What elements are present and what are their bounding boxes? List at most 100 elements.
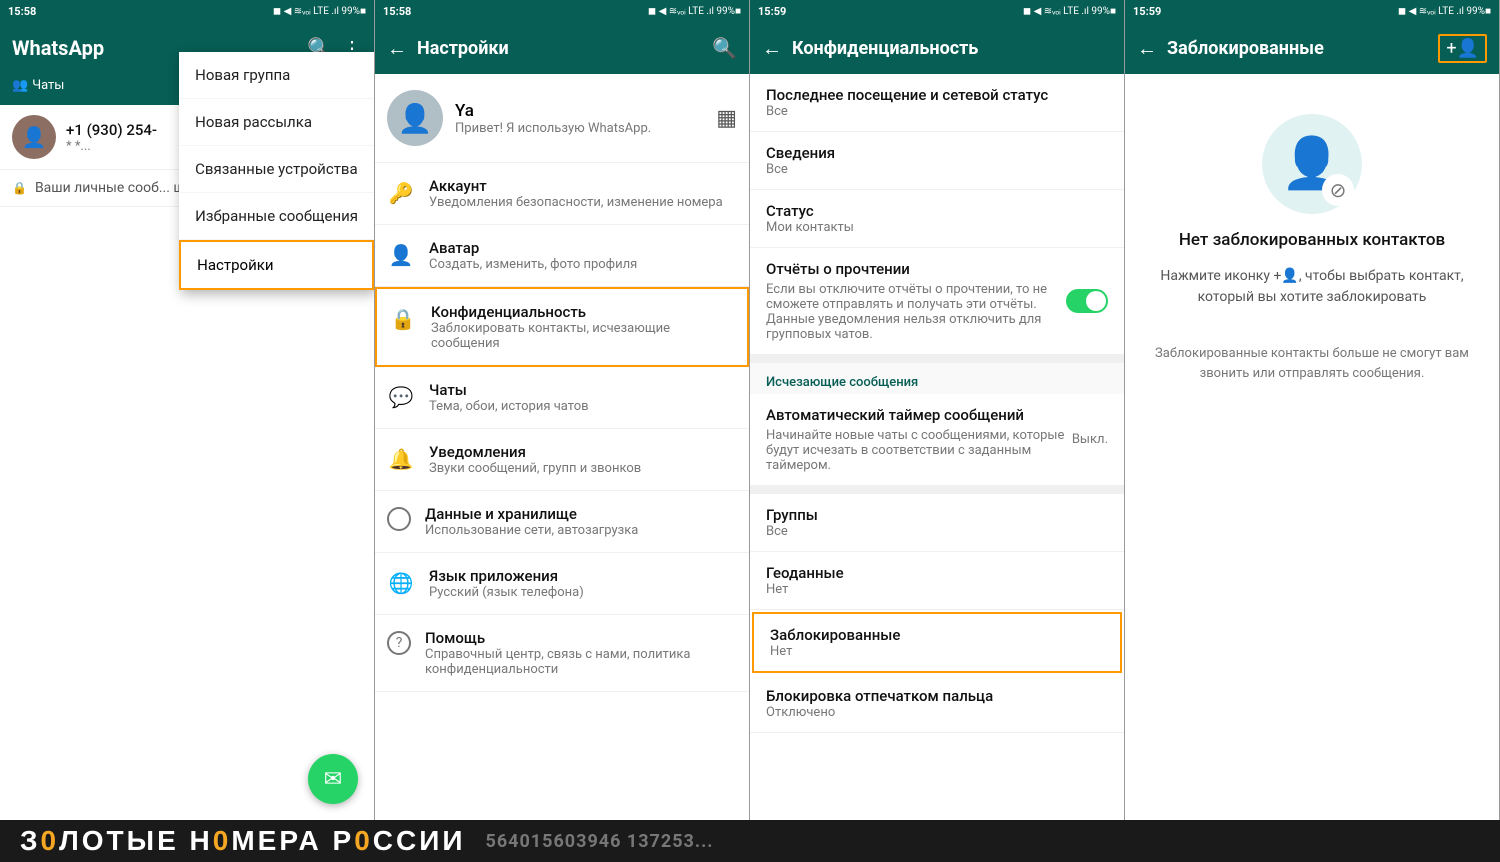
people-icon: 👥 — [12, 78, 28, 93]
notifications-icon: 🔔 — [387, 445, 415, 473]
privacy-blocked[interactable]: Заблокированные Нет — [752, 612, 1122, 673]
menu-item-linked-devices[interactable]: Связанные устройства — [179, 146, 374, 193]
time-3: 15:59 — [758, 5, 786, 18]
avatar-subtitle: Создать, изменить, фото профиля — [429, 257, 737, 272]
fab-button[interactable]: ✉ — [308, 754, 358, 804]
settings-item-help[interactable]: ? Помощь Справочный центр, связь с нами,… — [375, 615, 749, 692]
profile-info: Ya Привет! Я использую WhatsApp. — [455, 101, 704, 136]
privacy-read-receipts[interactable]: Отчёты о прочтении Если вы отключите отч… — [750, 248, 1124, 355]
settings-item-notifications[interactable]: 🔔 Уведомления Звуки сообщений, групп и з… — [375, 429, 749, 491]
settings-item-privacy[interactable]: 🔒 Конфиденциальность Заблокировать конта… — [375, 287, 749, 367]
help-icon: ? — [387, 631, 411, 655]
screen4-blocked: 15:59 ◼ ◀ ≋ᵥₒᵢ LTE .ıl 99%■ ← Заблокиров… — [1125, 0, 1500, 820]
language-icon: 🌐 — [387, 569, 415, 597]
profile-status: Привет! Я использую WhatsApp. — [455, 121, 704, 136]
blocked-footer-text: Заблокированные контакты больше не смогу… — [1145, 344, 1479, 383]
chats-subtitle: Тема, обои, история чатов — [429, 399, 737, 414]
status-icons-1: ◼ ◀ ≋ᵥₒᵢ LTE .ıl 99%■ — [273, 6, 366, 17]
geo-value: Нет — [766, 582, 1108, 597]
qr-icon[interactable]: ▦ — [716, 106, 737, 131]
privacy-fingerprint[interactable]: Блокировка отпечатком пальца Отключено — [750, 675, 1124, 733]
dropdown-menu: Новая группа Новая рассылка Связанные ус… — [179, 52, 374, 290]
screen1-whatsapp: 15:58 ◼ ◀ ≋ᵥₒᵢ LTE .ıl 99%■ WhatsApp 🔍 ⋮… — [0, 0, 375, 820]
info-title: Сведения — [766, 144, 1108, 162]
help-title: Помощь — [425, 629, 737, 647]
menu-item-starred[interactable]: Избранные сообщения — [179, 193, 374, 240]
settings-item-account[interactable]: 🔑 Аккаунт Уведомления безопасности, изме… — [375, 163, 749, 225]
privacy-content: Конфиденциальность Заблокировать контакт… — [431, 303, 735, 351]
groups-title: Группы — [766, 506, 1108, 524]
settings-item-language[interactable]: 🌐 Язык приложения Русский (язык телефона… — [375, 553, 749, 615]
privacy-lastseen[interactable]: Последнее посещение и сетевой статус Все — [750, 74, 1124, 132]
wm-z: З — [20, 825, 41, 856]
search-icon-2[interactable]: 🔍 — [712, 36, 737, 60]
menu-item-broadcast[interactable]: Новая рассылка — [179, 99, 374, 146]
language-content: Язык приложения Русский (язык телефона) — [429, 567, 737, 600]
blocked-content: 👤 ⊘ Нет заблокированных контактов Нажмит… — [1125, 74, 1499, 820]
watermark-numbers: 564015603946 137253... — [486, 831, 714, 852]
app-bar-3: ← Конфиденциальность — [750, 22, 1124, 74]
divider-1 — [750, 355, 1124, 363]
status-title: Статус — [766, 202, 1108, 220]
privacy-list: Последнее посещение и сетевой статус Все… — [750, 74, 1124, 820]
tab-chats[interactable]: 👥 Чаты — [12, 74, 64, 97]
fab-icon: ✉ — [324, 767, 342, 792]
timer-desc: Начинайте новые чаты с сообщениями, кото… — [766, 428, 1072, 473]
settings-item-avatar[interactable]: 👤 Аватар Создать, изменить, фото профиля — [375, 225, 749, 287]
settings-item-data[interactable]: Данные и хранилище Использование сети, а… — [375, 491, 749, 553]
status-icons-2: ◼ ◀ ≋ᵥₒᵢ LTE .ıl 99%■ — [648, 6, 741, 17]
account-title: Аккаунт — [429, 177, 737, 195]
geo-title: Геоданные — [766, 564, 1108, 582]
lock-icon: 🔒 — [12, 181, 27, 195]
help-subtitle: Справочный центр, связь с нами, политика… — [425, 647, 737, 677]
read-receipts-toggle[interactable] — [1066, 289, 1108, 313]
privacy-status[interactable]: Статус Мои контакты — [750, 190, 1124, 248]
back-button-4[interactable]: ← — [1137, 36, 1157, 61]
screen2-settings: 15:58 ◼ ◀ ≋ᵥₒᵢ LTE .ıl 99%■ ← Настройки … — [375, 0, 750, 820]
privacy-geo[interactable]: Геоданные Нет — [750, 552, 1124, 610]
divider-2 — [750, 486, 1124, 494]
profile-section[interactable]: 👤 Ya Привет! Я использую WhatsApp. ▦ — [375, 74, 749, 163]
lastseen-value: Все — [766, 104, 1108, 119]
settings-list: 👤 Ya Привет! Я использую WhatsApp. ▦ 🔑 А… — [375, 74, 749, 820]
privacy-title: Конфиденциальность — [431, 303, 735, 321]
info-value: Все — [766, 162, 1108, 177]
privacy-info[interactable]: Сведения Все — [750, 132, 1124, 190]
settings-item-chats[interactable]: 💬 Чаты Тема, обои, история чатов — [375, 367, 749, 429]
profile-avatar: 👤 — [387, 90, 443, 146]
notifications-content: Уведомления Звуки сообщений, групп и зво… — [429, 443, 737, 476]
add-blocked-icon[interactable]: +👤 — [1438, 34, 1487, 63]
notifications-subtitle: Звуки сообщений, групп и звонков — [429, 461, 737, 476]
time-1: 15:58 — [8, 5, 36, 18]
privacy-subtitle: Заблокировать контакты, исчезающие сообщ… — [431, 321, 735, 351]
read-receipts-desc: Если вы отключите отчёты о прочтении, то… — [766, 282, 1066, 342]
wm-lotye: ЛОТЫЕ Н — [59, 825, 213, 856]
blocked-illustration: 👤 ⊘ — [1262, 114, 1362, 214]
privacy-timer[interactable]: Автоматический таймер сообщений Начинайт… — [750, 394, 1124, 486]
toggle-knob — [1086, 291, 1106, 311]
data-subtitle: Использование сети, автозагрузка — [425, 523, 737, 538]
menu-item-settings[interactable]: Настройки — [179, 240, 374, 290]
menu-item-new-group[interactable]: Новая группа — [179, 52, 374, 99]
chats-title: Чаты — [429, 381, 737, 399]
no-sign-icon: ⊘ — [1322, 174, 1354, 206]
time-2: 15:58 — [383, 5, 411, 18]
help-content: Помощь Справочный центр, связь с нами, п… — [425, 629, 737, 677]
avatar-icon: 👤 — [387, 241, 415, 269]
status-bar-2: 15:58 ◼ ◀ ≋ᵥₒᵢ LTE .ıl 99%■ — [375, 0, 749, 22]
bottom-watermark-bar: З0ЛОТЫЕ Н0МЕРА Р0ССИИ 564015603946 13725… — [0, 820, 1500, 862]
notifications-title: Уведомления — [429, 443, 737, 461]
status-icons-3: ◼ ◀ ≋ᵥₒᵢ LTE .ıl 99%■ — [1023, 6, 1116, 17]
profile-name: Ya — [455, 101, 704, 121]
back-button-2[interactable]: ← — [387, 36, 407, 61]
fingerprint-value: Отключено — [766, 705, 1108, 720]
back-button-3[interactable]: ← — [762, 36, 782, 61]
wm-0-3: 0 — [354, 825, 373, 856]
settings-title: Настройки — [417, 38, 712, 59]
app-bar-4: ← Заблокированные +👤 — [1125, 22, 1499, 74]
avatar-title: Аватар — [429, 239, 737, 257]
wm-0-2: 0 — [213, 825, 232, 856]
privacy-groups[interactable]: Группы Все — [750, 494, 1124, 552]
avatar-content: Аватар Создать, изменить, фото профиля — [429, 239, 737, 272]
status-value: Мои контакты — [766, 220, 1108, 235]
